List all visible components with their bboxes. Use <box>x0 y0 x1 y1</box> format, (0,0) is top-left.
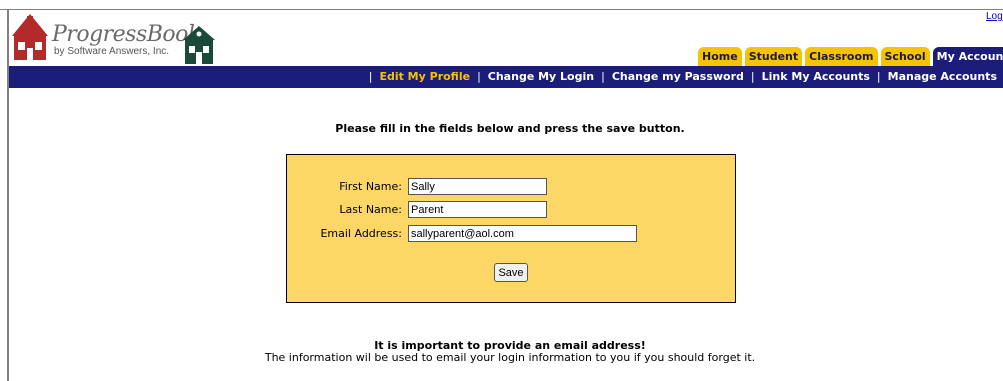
email-row: Email Address: <box>287 225 735 243</box>
first-name-input[interactable] <box>408 178 547 195</box>
last-name-input[interactable] <box>408 201 547 218</box>
brand-tagline: by Software Answers, Inc. <box>54 46 170 57</box>
subnav-link-my-accounts[interactable]: Link My Accounts <box>762 66 870 88</box>
brand-name: ProgressBook <box>52 22 201 47</box>
main-tabs: Home Student Classroom School My Account <box>698 47 1003 66</box>
form-instructions: Please fill in the fields below and pres… <box>335 122 685 135</box>
tab-home[interactable]: Home <box>698 47 742 66</box>
logout-link[interactable]: Logout <box>986 11 1003 22</box>
schoolhouse-icon <box>12 14 48 60</box>
separator: | <box>477 70 481 83</box>
tab-classroom[interactable]: Classroom <box>805 47 878 66</box>
subnav-change-my-login[interactable]: Change My Login <box>488 66 594 88</box>
save-button[interactable]: Save <box>494 263 528 282</box>
email-notice-body: The information wil be used to email you… <box>264 351 756 364</box>
first-name-label: First Name: <box>339 180 402 193</box>
email-label: Email Address: <box>320 227 402 240</box>
last-name-label: Last Name: <box>339 203 402 216</box>
sub-navigation: | Edit My Profile | Change My Login | Ch… <box>362 66 997 88</box>
separator: | <box>876 70 881 83</box>
separator: | <box>750 70 755 83</box>
email-input[interactable] <box>408 225 637 242</box>
tab-student[interactable]: Student <box>744 47 803 66</box>
tab-school[interactable]: School <box>880 47 930 66</box>
house-icon <box>183 26 215 64</box>
progressbook-logo: ProgressBook by Software Answers, Inc. <box>10 10 220 66</box>
subnav-edit-my-profile[interactable]: Edit My Profile <box>379 66 470 88</box>
subnav-manage-accounts[interactable]: Manage Accounts <box>888 66 997 88</box>
last-name-row: Last Name: <box>287 201 735 219</box>
separator: | <box>601 70 605 83</box>
tab-my-account[interactable]: My Account <box>932 47 1003 66</box>
first-name-row: First Name: <box>287 178 735 196</box>
separator: | <box>368 70 373 83</box>
profile-form: First Name: Last Name: Email Address: Sa… <box>286 154 736 303</box>
sub-navigation-bar: | Edit My Profile | Change My Login | Ch… <box>9 66 1003 88</box>
subnav-change-my-password[interactable]: Change my Password <box>612 66 744 88</box>
